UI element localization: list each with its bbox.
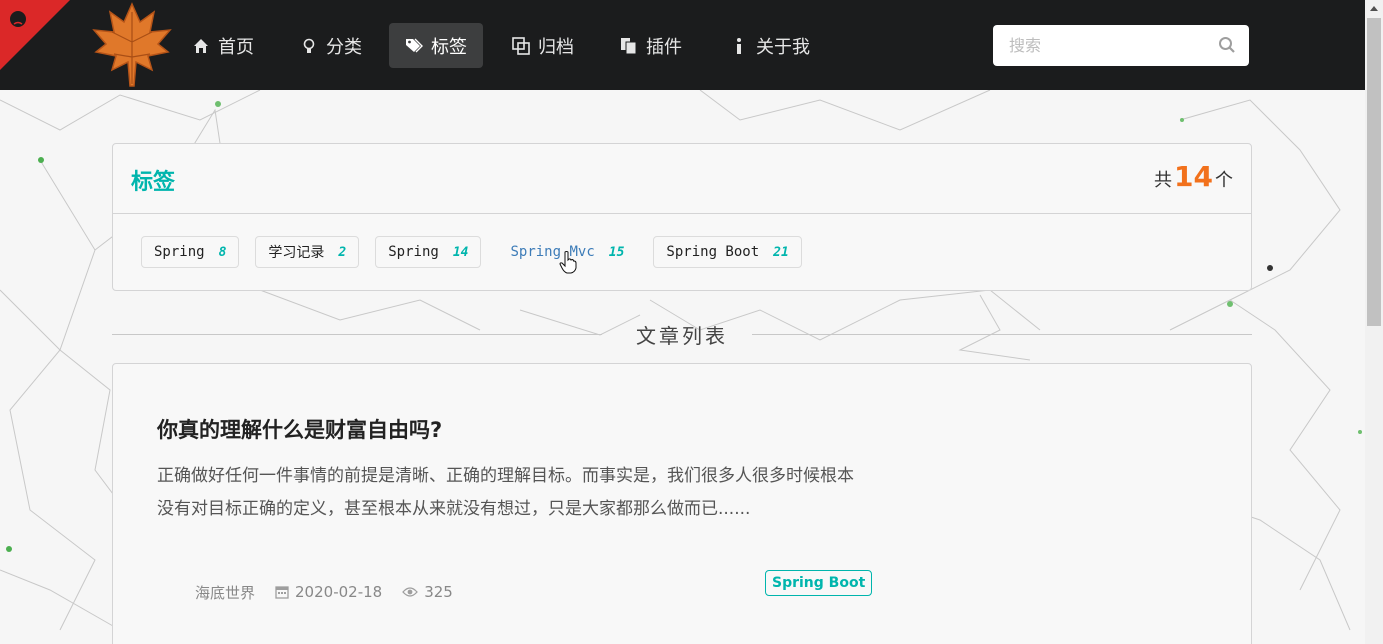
tag-panel: 标签 共14 个 — [112, 143, 1252, 291]
tag-count: 共14 个 — [1154, 160, 1233, 193]
search-input[interactable] — [993, 25, 1249, 66]
tag-name: Spring — [388, 244, 439, 260]
nav-plugins[interactable]: 插件 — [604, 23, 698, 68]
tag-name: Spring — [154, 244, 205, 260]
tag-list: Spring 8 学习记录 2 Spring 14 Spring Mvc 15 … — [141, 236, 802, 268]
nav-tags[interactable]: 标签 — [389, 23, 483, 68]
hand-cursor-icon — [559, 251, 577, 274]
section-divider: 文章列表 — [112, 318, 1252, 350]
home-icon — [194, 38, 208, 53]
tag-article-count: 14 — [452, 244, 469, 260]
search-box — [993, 25, 1249, 66]
divider-line-left — [112, 334, 602, 335]
clone-icon — [512, 36, 530, 55]
avatar — [157, 576, 189, 608]
info-icon — [737, 37, 741, 54]
tag-name: Spring Mvc — [510, 244, 595, 260]
copy-icon — [621, 37, 637, 54]
tag-panel-header: 标签 共14 个 — [113, 144, 1251, 214]
tag-chip[interactable]: Spring Boot 21 — [653, 236, 802, 268]
nav-home-label: 首页 — [218, 36, 254, 58]
tag-article-count: 15 — [608, 244, 625, 260]
tag-chip[interactable]: Spring 8 — [141, 236, 240, 268]
nav-archive[interactable]: 归档 — [496, 23, 590, 68]
tag-article-count: 21 — [773, 244, 789, 260]
nav-home[interactable]: 首页 — [176, 23, 270, 68]
author-name[interactable]: 海底世界 — [195, 582, 255, 603]
tag-article-count: 2 — [338, 244, 347, 260]
author-item: 海底世界 — [157, 576, 255, 608]
scroll-thumb[interactable] — [1367, 18, 1381, 326]
tag-panel-title: 标签 — [131, 170, 176, 195]
nav-categories-label: 分类 — [326, 36, 362, 58]
github-corner-icon[interactable] — [0, 0, 70, 70]
divider-line-right — [752, 334, 1252, 335]
eye-icon — [402, 587, 419, 597]
maple-leaf-logo[interactable] — [92, 2, 172, 88]
article-date: 2020-02-18 — [295, 583, 383, 601]
article-card: 你真的理解什么是财富自由吗? 正确做好任何一件事情的前提是清晰、正确的理解目标。… — [112, 363, 1252, 644]
tag-chip[interactable]: Spring 14 — [375, 236, 482, 268]
date-item: 2020-02-18 — [275, 583, 382, 601]
lightbulb-icon — [303, 38, 315, 53]
nav-tags-label: 标签 — [431, 36, 467, 58]
views-item: 325 — [402, 583, 453, 601]
article-title[interactable]: 你真的理解什么是财富自由吗? — [157, 414, 442, 444]
page-scrollbar[interactable] — [1365, 0, 1383, 644]
tag-count-number: 14 — [1174, 160, 1213, 193]
article-views: 325 — [424, 583, 453, 601]
tag-chip[interactable]: 学习记录 2 — [255, 236, 360, 268]
article-summary: 正确做好任何一件事情的前提是清晰、正确的理解目标。而事实是，我们很多人很多时候根… — [157, 466, 854, 519]
tag-count-suffix: 个 — [1215, 170, 1233, 191]
tags-icon — [406, 38, 423, 52]
tag-name: 学习记录 — [268, 245, 325, 261]
search-icon[interactable] — [1218, 36, 1236, 54]
top-navbar: 首页 分类 标签 归档 插件 关于我 — [0, 0, 1365, 90]
scroll-up-arrow-icon[interactable] — [1365, 0, 1383, 17]
nav-about[interactable]: 关于我 — [714, 23, 826, 68]
nav-archive-label: 归档 — [538, 36, 574, 58]
tag-name: Spring Boot — [666, 244, 760, 260]
nav-categories[interactable]: 分类 — [284, 23, 378, 68]
tag-article-count: 8 — [218, 244, 227, 260]
calendar-icon — [275, 586, 289, 599]
nav-plugins-label: 插件 — [646, 36, 682, 58]
section-label: 文章列表 — [636, 324, 728, 348]
article-meta: 海底世界 2020-02-18 325 — [157, 576, 453, 608]
nav-about-label: 关于我 — [756, 36, 810, 58]
article-tag-label[interactable]: Spring Boot — [765, 570, 873, 596]
tag-count-prefix: 共 — [1154, 170, 1173, 191]
